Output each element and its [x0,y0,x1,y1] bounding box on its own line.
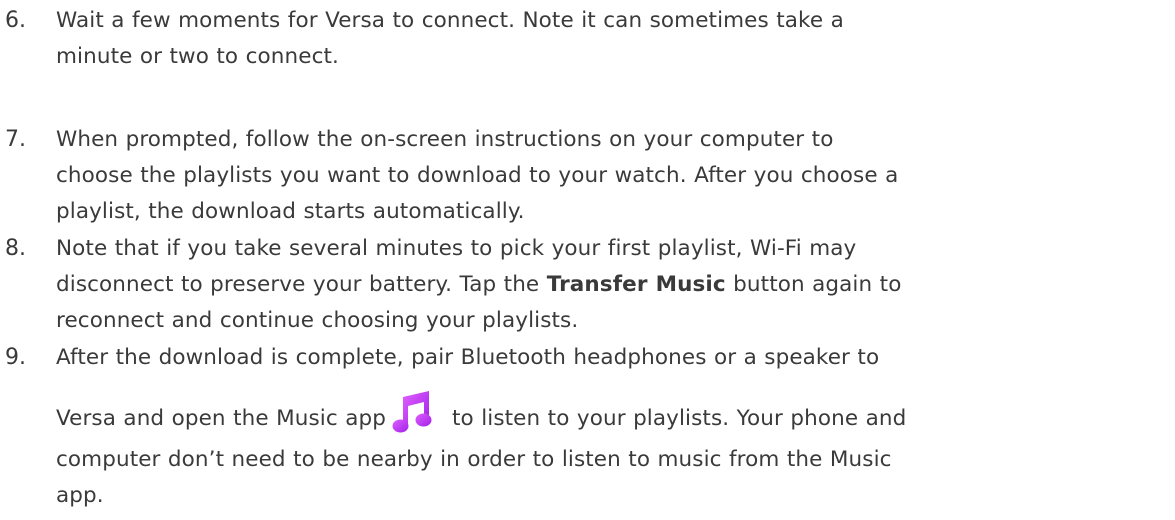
step-9-line-4: app. [56,483,104,508]
step-6-line-1: Wait a few moments for Versa to connect.… [56,8,844,33]
step-text: When prompted, follow the on-screen inst… [56,122,1168,230]
step-number: 8. [5,236,26,261]
step-9-line-2-end: to listen to your playlists. Your phone … [451,406,907,431]
step-9-line-1: After the download is complete, pair Blu… [56,345,880,370]
step-number: 7. [5,127,26,152]
step-7-line-2: choose the playlists you want to downloa… [56,163,899,188]
step-7-line-1: When prompted, follow the on-screen inst… [56,127,834,152]
step-9-line-3: computer don’t need to be nearby in orde… [56,447,892,472]
step-text: After the download is complete, pair Blu… [56,340,1168,514]
step-8-line-1: Note that if you take several minutes to… [56,236,857,261]
step-8-line-2-end: button again to [725,272,902,297]
step-9-line-2: Versa and open the Music app to listen to… [56,389,1168,442]
step-number: 9. [5,345,26,370]
step-7-line-3: playlist, the download starts automatica… [56,199,525,224]
step-6-line-2: minute or two to connect. [56,44,339,69]
transfer-music-label: Transfer Music [546,272,726,297]
step-text: Note that if you take several minutes to… [56,231,1168,339]
step-9-line-2-start: Versa and open the Music app [56,406,386,431]
music-note-icon [392,389,436,435]
step-8-line-2: disconnect to preserve your battery. Tap… [56,267,1168,303]
step-number: 6. [5,8,26,33]
step-8-line-2-start: disconnect to preserve your battery. Tap… [56,272,547,297]
step-8-line-3: reconnect and continue choosing your pla… [56,308,579,333]
step-text: Wait a few moments for Versa to connect.… [56,3,1168,75]
